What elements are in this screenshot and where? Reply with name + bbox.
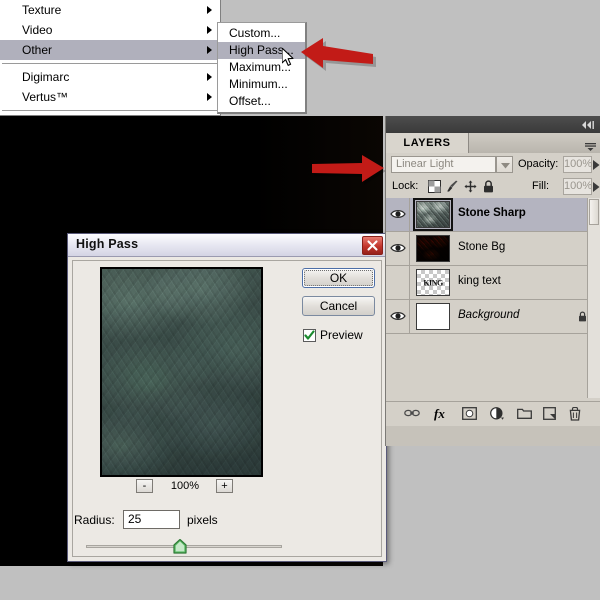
layer-visibility-toggle[interactable] (386, 232, 410, 265)
ok-button-label: OK (329, 271, 348, 285)
collapse-panel-icon[interactable] (581, 119, 595, 129)
fill-stepper-icon[interactable] (593, 181, 600, 195)
preview-checkbox-label: Preview (320, 328, 363, 342)
layers-scrollbar[interactable] (587, 198, 600, 398)
menu-item-vertus[interactable]: Vertus™ (0, 87, 220, 107)
layer-visibility-toggle[interactable] (386, 300, 410, 333)
new-adjustment-layer-icon[interactable] (490, 407, 504, 423)
preview-checkbox[interactable] (303, 329, 316, 342)
layer-thumbnail[interactable] (416, 303, 450, 330)
submenu-chevron-icon (207, 6, 212, 14)
new-layer-icon[interactable] (543, 407, 556, 423)
layer-row-stone-bg[interactable]: Stone Bg (386, 232, 600, 266)
lock-transparent-pixels-icon[interactable] (428, 180, 441, 193)
submenu-item-maximum[interactable]: Maximum... (218, 59, 305, 76)
layer-list[interactable]: Stone Sharp Stone Bg KING king text Back… (386, 198, 600, 398)
layers-panel-footer (386, 426, 600, 446)
submenu-chevron-icon (207, 73, 212, 81)
menu-separator (2, 63, 218, 64)
tab-layers[interactable]: LAYERS (386, 133, 469, 153)
filter-preview-grain (102, 269, 261, 475)
ok-button[interactable]: OK (302, 268, 375, 288)
layer-row-background[interactable]: Background (386, 300, 600, 334)
layer-name[interactable]: Background (458, 309, 519, 321)
radius-units-label: pixels (187, 513, 218, 527)
layer-name[interactable]: king text (458, 275, 501, 287)
submenu-chevron-icon (207, 93, 212, 101)
submenu-chevron-icon (207, 26, 212, 34)
chevron-down-icon[interactable] (496, 156, 513, 173)
fx-label: fx (434, 406, 445, 421)
lock-all-icon[interactable] (482, 180, 495, 193)
delete-layer-icon[interactable] (569, 406, 581, 424)
menu-item-label: Other (22, 43, 53, 57)
lock-image-pixels-icon[interactable] (446, 180, 459, 193)
filter-preview[interactable] (100, 267, 263, 477)
submenu-item-high-pass[interactable]: High Pass... (218, 42, 305, 59)
radius-label: Radius: (74, 513, 115, 527)
submenu-chevron-icon (207, 46, 212, 54)
filter-menu[interactable]: Texture Video Other Digimarc Vertus™ Bro… (0, 0, 221, 131)
layer-thumbnail[interactable]: KING (416, 269, 450, 296)
layers-panel[interactable]: LAYERS Linear Light Opacity: 100% Lock: (385, 116, 600, 446)
menu-separator (2, 110, 218, 111)
lock-label: Lock: (392, 180, 419, 192)
layers-bottom-toolbar[interactable]: fx (386, 401, 600, 427)
menu-item-browse-filters-online[interactable]: Browse Filters Online... (0, 114, 220, 134)
layers-scrollbar-thumb[interactable] (589, 199, 599, 225)
menu-item-label: Digimarc (22, 70, 70, 84)
zoom-level-label: 100% (170, 480, 200, 492)
submenu-item-offset[interactable]: Offset... (218, 93, 305, 110)
layer-visibility-toggle[interactable] (386, 266, 410, 299)
opacity-input[interactable]: 100% (563, 156, 592, 173)
blend-mode-select[interactable]: Linear Light (391, 156, 496, 173)
fill-label: Fill: (532, 180, 550, 192)
layer-locked-icon (578, 311, 587, 322)
fill-input[interactable]: 100% (563, 178, 592, 195)
lock-row[interactable]: Lock: Fill: 100% (386, 176, 600, 199)
submenu-item-minimum[interactable]: Minimum... (218, 76, 305, 93)
submenu-item-custom[interactable]: Custom... (218, 25, 305, 42)
layer-name[interactable]: Stone Sharp (458, 207, 526, 219)
panel-menu-icon[interactable] (585, 140, 596, 151)
panel-tab-row[interactable]: LAYERS (386, 133, 600, 154)
other-submenu[interactable]: Custom... High Pass... Maximum... Minimu… (217, 22, 307, 114)
panel-dock-topbar (386, 116, 600, 133)
zoom-out-button[interactable]: - (136, 479, 153, 493)
add-layer-mask-icon[interactable] (462, 407, 477, 423)
menu-item-label: Texture (22, 3, 62, 17)
link-layers-icon[interactable] (404, 407, 420, 422)
menu-item-label: Vertus™ (22, 90, 69, 104)
menu-item-label: Video (22, 23, 53, 37)
opacity-stepper-icon[interactable] (593, 159, 600, 173)
layer-row-king-text[interactable]: KING king text (386, 266, 600, 300)
arrow-to-high-pass (299, 32, 379, 78)
menu-item-digimarc[interactable]: Digimarc (0, 67, 220, 87)
menu-item-other[interactable]: Other (0, 40, 220, 60)
menu-item-video[interactable]: Video (0, 20, 220, 40)
layer-thumbnail[interactable] (413, 198, 453, 231)
layer-style-fx-icon[interactable]: fx (434, 407, 445, 421)
layer-name[interactable]: Stone Bg (458, 241, 505, 253)
opacity-label: Opacity: (518, 158, 559, 170)
radius-input[interactable]: 25 (123, 510, 180, 529)
layer-thumbnail[interactable] (416, 235, 450, 262)
layer-visibility-toggle[interactable] (386, 198, 410, 231)
close-icon[interactable] (362, 236, 383, 255)
new-group-icon[interactable] (517, 407, 532, 422)
radius-slider-thumb[interactable] (173, 538, 187, 554)
lock-position-icon[interactable] (464, 180, 477, 193)
blend-mode-row[interactable]: Linear Light Opacity: 100% (386, 153, 600, 177)
menu-item-texture[interactable]: Texture (0, 0, 220, 20)
dialog-titlebar[interactable]: High Pass (68, 234, 386, 257)
layer-row-stone-sharp[interactable]: Stone Sharp (386, 198, 600, 232)
dialog-title: High Pass (76, 237, 139, 251)
layer-thumbnail-text: KING (423, 278, 443, 287)
menu-item-label: Browse Filters Online... (22, 117, 147, 131)
cancel-button[interactable]: Cancel (302, 296, 375, 316)
zoom-in-button[interactable]: + (216, 479, 233, 493)
